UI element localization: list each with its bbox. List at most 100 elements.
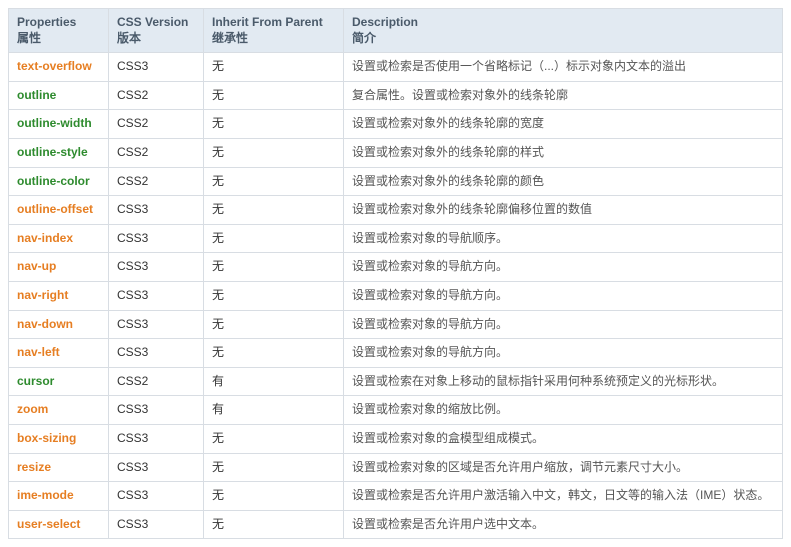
cell-description: 设置或检索是否允许用户激活输入中文，韩文，日文等的输入法（IME）状态。: [344, 482, 783, 511]
table-row: outline CSS2无复合属性。设置或检索对象外的线条轮廓: [9, 81, 783, 110]
cell-inherit: 无: [204, 196, 344, 225]
header-version-en: CSS Version: [117, 15, 188, 29]
table-row: resize CSS3无设置或检索对象的区域是否允许用户缩放，调节元素尺寸大小。: [9, 453, 783, 482]
property-link[interactable]: box-sizing: [17, 431, 76, 445]
cell-description: 设置或检索是否允许用户选中文本。: [344, 510, 783, 539]
property-link[interactable]: outline-style: [17, 145, 88, 159]
cell-property: box-sizing: [9, 424, 109, 453]
cell-version: CSS2: [109, 367, 204, 396]
property-link[interactable]: cursor: [17, 374, 54, 388]
cell-description: 设置或检索在对象上移动的鼠标指针采用何种系统预定义的光标形状。: [344, 367, 783, 396]
cell-inherit: 无: [204, 482, 344, 511]
cell-property: user-select: [9, 510, 109, 539]
cell-version: CSS3: [109, 196, 204, 225]
cell-description: 复合属性。设置或检索对象外的线条轮廓: [344, 81, 783, 110]
cell-version: CSS2: [109, 138, 204, 167]
cell-description: 设置或检索对象的导航方向。: [344, 339, 783, 368]
cell-description: 设置或检索对象的导航方向。: [344, 310, 783, 339]
property-link[interactable]: text-overflow: [17, 59, 92, 73]
cell-description: 设置或检索对象的缩放比例。: [344, 396, 783, 425]
cell-inherit: 无: [204, 110, 344, 139]
table-row: outline-offset CSS3无设置或检索对象外的线条轮廓偏移位置的数值: [9, 196, 783, 225]
header-description-zh: 简介: [352, 31, 774, 47]
cell-version: CSS3: [109, 424, 204, 453]
table-row: user-select CSS3无设置或检索是否允许用户选中文本。: [9, 510, 783, 539]
cell-description: 设置或检索对象外的线条轮廓的样式: [344, 138, 783, 167]
cell-version: CSS3: [109, 453, 204, 482]
cell-inherit: 无: [204, 310, 344, 339]
cell-version: CSS3: [109, 396, 204, 425]
cell-description: 设置或检索对象外的线条轮廓偏移位置的数值: [344, 196, 783, 225]
header-description: Description 简介: [344, 9, 783, 53]
property-link[interactable]: resize: [17, 460, 51, 474]
table-row: zoom CSS3有设置或检索对象的缩放比例。: [9, 396, 783, 425]
cell-property: outline-color: [9, 167, 109, 196]
table-row: nav-upCSS3无设置或检索对象的导航方向。: [9, 253, 783, 282]
property-link[interactable]: outline-width: [17, 116, 92, 130]
table-row: ime-modeCSS3无设置或检索是否允许用户激活输入中文，韩文，日文等的输入…: [9, 482, 783, 511]
header-properties: Properties 属性: [9, 9, 109, 53]
property-link[interactable]: user-select: [17, 517, 80, 531]
header-inherit-zh: 继承性: [212, 31, 335, 47]
cell-inherit: 无: [204, 253, 344, 282]
property-link[interactable]: nav-up: [17, 259, 56, 273]
cell-version: CSS2: [109, 167, 204, 196]
cell-version: CSS3: [109, 510, 204, 539]
property-link[interactable]: zoom: [17, 402, 48, 416]
property-link[interactable]: outline: [17, 88, 56, 102]
cell-inherit: 无: [204, 224, 344, 253]
cell-inherit: 无: [204, 53, 344, 82]
property-link[interactable]: nav-left: [17, 345, 60, 359]
cell-version: CSS2: [109, 81, 204, 110]
cell-inherit: 无: [204, 81, 344, 110]
cell-version: CSS3: [109, 224, 204, 253]
cell-property: cursor: [9, 367, 109, 396]
cell-property: nav-index: [9, 224, 109, 253]
cell-property: nav-down: [9, 310, 109, 339]
cell-property: outline-width: [9, 110, 109, 139]
cell-description: 设置或检索对象外的线条轮廓的颜色: [344, 167, 783, 196]
cell-property: text-overflow: [9, 53, 109, 82]
cell-description: 设置或检索对象的区域是否允许用户缩放，调节元素尺寸大小。: [344, 453, 783, 482]
cell-description: 设置或检索对象外的线条轮廓的宽度: [344, 110, 783, 139]
cell-description: 设置或检索对象的导航方向。: [344, 253, 783, 282]
property-link[interactable]: outline-offset: [17, 202, 93, 216]
header-description-en: Description: [352, 15, 418, 29]
cell-description: 设置或检索对象的导航顺序。: [344, 224, 783, 253]
css-properties-table: Properties 属性 CSS Version 版本 Inherit Fro…: [8, 8, 783, 539]
header-version: CSS Version 版本: [109, 9, 204, 53]
table-row: outline-styleCSS2无设置或检索对象外的线条轮廓的样式: [9, 138, 783, 167]
property-link[interactable]: outline-color: [17, 174, 90, 188]
cell-inherit: 无: [204, 453, 344, 482]
property-link[interactable]: nav-index: [17, 231, 73, 245]
cell-inherit: 无: [204, 510, 344, 539]
cell-description: 设置或检索对象的导航方向。: [344, 281, 783, 310]
cell-property: ime-mode: [9, 482, 109, 511]
cell-inherit: 无: [204, 281, 344, 310]
cell-version: CSS2: [109, 110, 204, 139]
property-link[interactable]: nav-down: [17, 317, 73, 331]
cell-property: outline-offset: [9, 196, 109, 225]
property-link[interactable]: nav-right: [17, 288, 68, 302]
table-row: cursorCSS2有设置或检索在对象上移动的鼠标指针采用何种系统预定义的光标形…: [9, 367, 783, 396]
table-row: nav-down CSS3无设置或检索对象的导航方向。: [9, 310, 783, 339]
cell-inherit: 无: [204, 424, 344, 453]
table-row: nav-index CSS3无设置或检索对象的导航顺序。: [9, 224, 783, 253]
cell-property: nav-left: [9, 339, 109, 368]
header-properties-zh: 属性: [17, 31, 100, 47]
cell-property: outline: [9, 81, 109, 110]
cell-inherit: 无: [204, 339, 344, 368]
cell-property: outline-style: [9, 138, 109, 167]
cell-property: zoom: [9, 396, 109, 425]
cell-version: CSS3: [109, 482, 204, 511]
header-properties-en: Properties: [17, 15, 76, 29]
table-row: box-sizingCSS3无设置或检索对象的盒模型组成模式。: [9, 424, 783, 453]
table-row: nav-rightCSS3无设置或检索对象的导航方向。: [9, 281, 783, 310]
cell-version: CSS3: [109, 53, 204, 82]
cell-property: nav-up: [9, 253, 109, 282]
cell-inherit: 有: [204, 396, 344, 425]
header-inherit: Inherit From Parent 继承性: [204, 9, 344, 53]
header-version-zh: 版本: [117, 31, 195, 47]
header-inherit-en: Inherit From Parent: [212, 15, 323, 29]
cell-version: CSS3: [109, 310, 204, 339]
